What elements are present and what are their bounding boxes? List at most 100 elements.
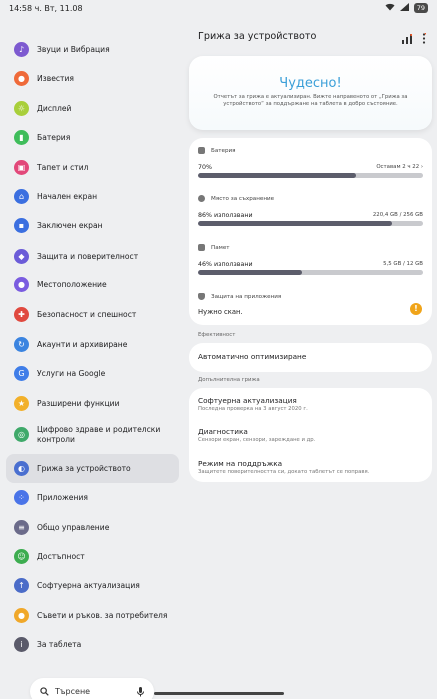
- sidebar-item-label: Услуги на Google: [37, 368, 106, 378]
- wallpaper-icon: ▣: [14, 160, 29, 175]
- sync-icon: ↻: [14, 337, 29, 352]
- app-protection-label: Защита на приложения: [211, 293, 282, 300]
- sidebar-item-emergency[interactable]: ✚ Безопасност и спешност: [6, 300, 179, 329]
- header-actions: [402, 29, 427, 48]
- sidebar-item-label: Известия: [37, 73, 74, 83]
- sidebar-item-display[interactable]: ☼ Дисплей: [6, 94, 179, 123]
- tips-icon: ●: [14, 608, 29, 623]
- warning-icon[interactable]: !: [410, 303, 422, 315]
- memory-section-header[interactable]: Памет: [198, 244, 230, 251]
- sidebar-item-label: Разширени функции: [37, 398, 120, 408]
- sidebar-item-label: Грижа за устройството: [37, 463, 131, 473]
- sidebar-item-wallpaper[interactable]: ▣ Тапет и стил: [6, 153, 179, 182]
- memory-amount: 5,5 GB / 12 GB: [383, 261, 423, 267]
- storage-bar: [198, 221, 423, 226]
- storage-amount: 220,4 GB / 256 GB: [372, 212, 423, 218]
- storage-section-header[interactable]: Място за съхранение: [198, 195, 274, 202]
- location-icon: ●: [14, 277, 29, 292]
- star-icon: ★: [14, 396, 29, 411]
- sidebar-item-label: Цифрово здраве и родителски контроли: [37, 424, 161, 444]
- sidebar-item-label: Защита и поверителност: [37, 251, 139, 261]
- memory-label: Памет: [211, 244, 230, 251]
- sidebar-item-update[interactable]: ↑ Софтуерна актуализация: [6, 571, 179, 600]
- sidebar-item-sliders[interactable]: ≡ Общо управление: [6, 513, 179, 542]
- sidebar-item-battery[interactable]: ▮ Батерия: [6, 123, 179, 152]
- battery-icon: ▮: [14, 130, 29, 145]
- sidebar-item-sync[interactable]: ↻ Акаунти и архивиране: [6, 330, 179, 359]
- sidebar-item-tips[interactable]: ● Съвети и ръков. за потребителя: [6, 601, 179, 630]
- sidebar-item-label: За таблета: [37, 639, 82, 649]
- sidebar-item-apps[interactable]: ⁘ Приложения: [6, 483, 179, 512]
- storage-label: Място за съхранение: [211, 195, 275, 202]
- sidebar-item-location[interactable]: ● Местоположение: [6, 270, 179, 299]
- shield-icon: [198, 293, 205, 300]
- list-item-subtitle: Сензори екран, сензори, зареждане и др.: [198, 437, 316, 443]
- battery-label: Батерия: [211, 147, 236, 154]
- storage-bar-fill: [198, 221, 392, 226]
- sound-icon: ♪: [14, 42, 29, 57]
- stats-icon[interactable]: [402, 29, 413, 48]
- sidebar-item-label: Тапет и стил: [37, 162, 89, 172]
- sidebar-item-home[interactable]: ⌂ Начален екран: [6, 182, 179, 211]
- list-item-title: Софтуерна актуализация: [198, 396, 297, 405]
- lock-icon: ▪: [14, 218, 29, 233]
- auto-optimize-item[interactable]: Автоматично оптимизиране: [189, 343, 432, 372]
- status-bar: 14:58 ч. Вт, 11.08 79: [0, 0, 437, 18]
- stats-card: Батерия 70% Оставам 2 ч 22 › Място за съ…: [189, 138, 432, 325]
- sidebar-item-shield[interactable]: ◆ Защита и поверителност: [6, 242, 179, 271]
- hero-headline: Чудесно!: [279, 76, 342, 91]
- memory-bar: [198, 270, 423, 275]
- efficiency-label: Ефективност: [198, 332, 236, 338]
- status-icons: 79: [385, 3, 428, 13]
- sidebar-item-google[interactable]: G Услуги на Google: [6, 359, 179, 388]
- storage-value: 86% използвани: [198, 212, 253, 219]
- sidebar-item-label: Приложения: [37, 492, 88, 502]
- sidebar-item-star[interactable]: ★ Разширени функции: [6, 389, 179, 418]
- page-title: Грижа за устройството: [198, 31, 317, 42]
- search-bar[interactable]: Търсене: [30, 678, 154, 699]
- battery-bar: [198, 173, 423, 178]
- battery-section-header[interactable]: Батерия: [198, 147, 236, 154]
- status-time: 14:58 ч. Вт, 11.08: [9, 4, 83, 13]
- sidebar-item-accessibility[interactable]: ☺ Достъпност: [6, 542, 179, 571]
- device-care-icon: ◐: [14, 461, 29, 476]
- shield-icon: ◆: [14, 249, 29, 264]
- battery-status: 79: [413, 3, 428, 13]
- sidebar-item-label: Батерия: [37, 132, 71, 142]
- memory-value: 46% използвани: [198, 261, 253, 268]
- sliders-icon: ≡: [14, 520, 29, 535]
- list-item-title: Диагностика: [198, 427, 248, 436]
- signal-icon: [399, 3, 409, 13]
- storage-icon: [198, 195, 205, 202]
- sidebar-item-sound[interactable]: ♪ Звуци и Вибрация: [6, 35, 179, 64]
- sidebar-item-device-care[interactable]: ◐ Грижа за устройството: [6, 454, 179, 483]
- wellbeing-icon: ◎: [14, 427, 29, 442]
- sidebar-item-wellbeing[interactable]: ◎ Цифрово здраве и родителски контроли: [6, 420, 179, 449]
- sidebar-item-label: Местоположение: [37, 279, 107, 289]
- sidebar-item-label: Заключен екран: [37, 220, 103, 230]
- sidebar-item-label: Съвети и ръков. за потребителя: [37, 610, 168, 620]
- info-icon: i: [14, 637, 29, 652]
- sidebar-item-info[interactable]: i За таблета: [6, 630, 179, 659]
- list-item-subtitle: Защитете поверителността си, докато табл…: [198, 469, 370, 475]
- sidebar-item-label: Акаунти и архивиране: [37, 339, 128, 349]
- app-protection-value: Нужно скан.: [198, 308, 243, 316]
- sidebar-item-notification[interactable]: ● Известия: [6, 64, 179, 93]
- sidebar-item-lock[interactable]: ▪ Заключен екран: [6, 211, 179, 240]
- sidebar-item-label: Звуци и Вибрация: [37, 44, 110, 54]
- sidebar-item-label: Начален екран: [37, 191, 98, 201]
- battery-value: 70%: [198, 164, 212, 171]
- app-protection-header[interactable]: Защита на приложения: [198, 293, 281, 300]
- home-icon: ⌂: [14, 189, 29, 204]
- search-label: Търсене: [55, 687, 91, 696]
- home-indicator[interactable]: [154, 692, 284, 695]
- sidebar-item-label: Безопасност и спешност: [37, 309, 137, 319]
- display-icon: ☼: [14, 101, 29, 116]
- emergency-icon: ✚: [14, 307, 29, 322]
- google-icon: G: [14, 366, 29, 381]
- more-options-icon[interactable]: [422, 29, 427, 48]
- extra-care-list: Софтуерна актуализация Последна проверка…: [189, 388, 432, 482]
- extra-care-label: Допълнителна грижа: [198, 377, 260, 383]
- hero-description: Отчетът за грижа е актуализиран. Вижте н…: [213, 94, 408, 107]
- mic-icon[interactable]: [137, 686, 144, 697]
